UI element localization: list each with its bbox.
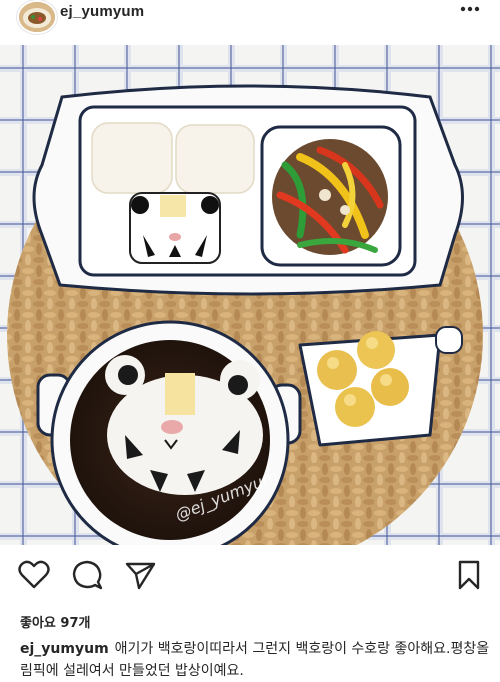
stir-fry-bowl <box>260 125 402 267</box>
comment-icon[interactable] <box>70 558 104 592</box>
food-photo: @ej_yumyum <box>0 45 500 545</box>
rectangular-tray <box>32 84 464 296</box>
post-header: ej_yumyum <box>0 0 500 40</box>
more-horizontal-icon[interactable] <box>458 0 482 20</box>
post-caption: ej_yumyum 애기가 백호랑이띠라서 그런지 백호랑이 수호랑 좋아해요.평… <box>20 638 490 682</box>
tiger-rice-face <box>129 192 221 264</box>
caption-username[interactable]: ej_yumyum <box>20 641 109 657</box>
post-username[interactable]: ej_yumyum <box>60 3 144 20</box>
likes-count[interactable]: 좋아요 97개 <box>20 612 90 631</box>
bookmark-icon[interactable] <box>452 558 486 592</box>
heart-icon[interactable] <box>17 558 51 592</box>
avatar[interactable] <box>17 0 57 34</box>
post-photo[interactable]: @ej_yumyum <box>0 45 500 545</box>
avatar-image <box>19 2 55 32</box>
send-icon[interactable] <box>123 558 157 592</box>
action-bar <box>0 558 500 598</box>
